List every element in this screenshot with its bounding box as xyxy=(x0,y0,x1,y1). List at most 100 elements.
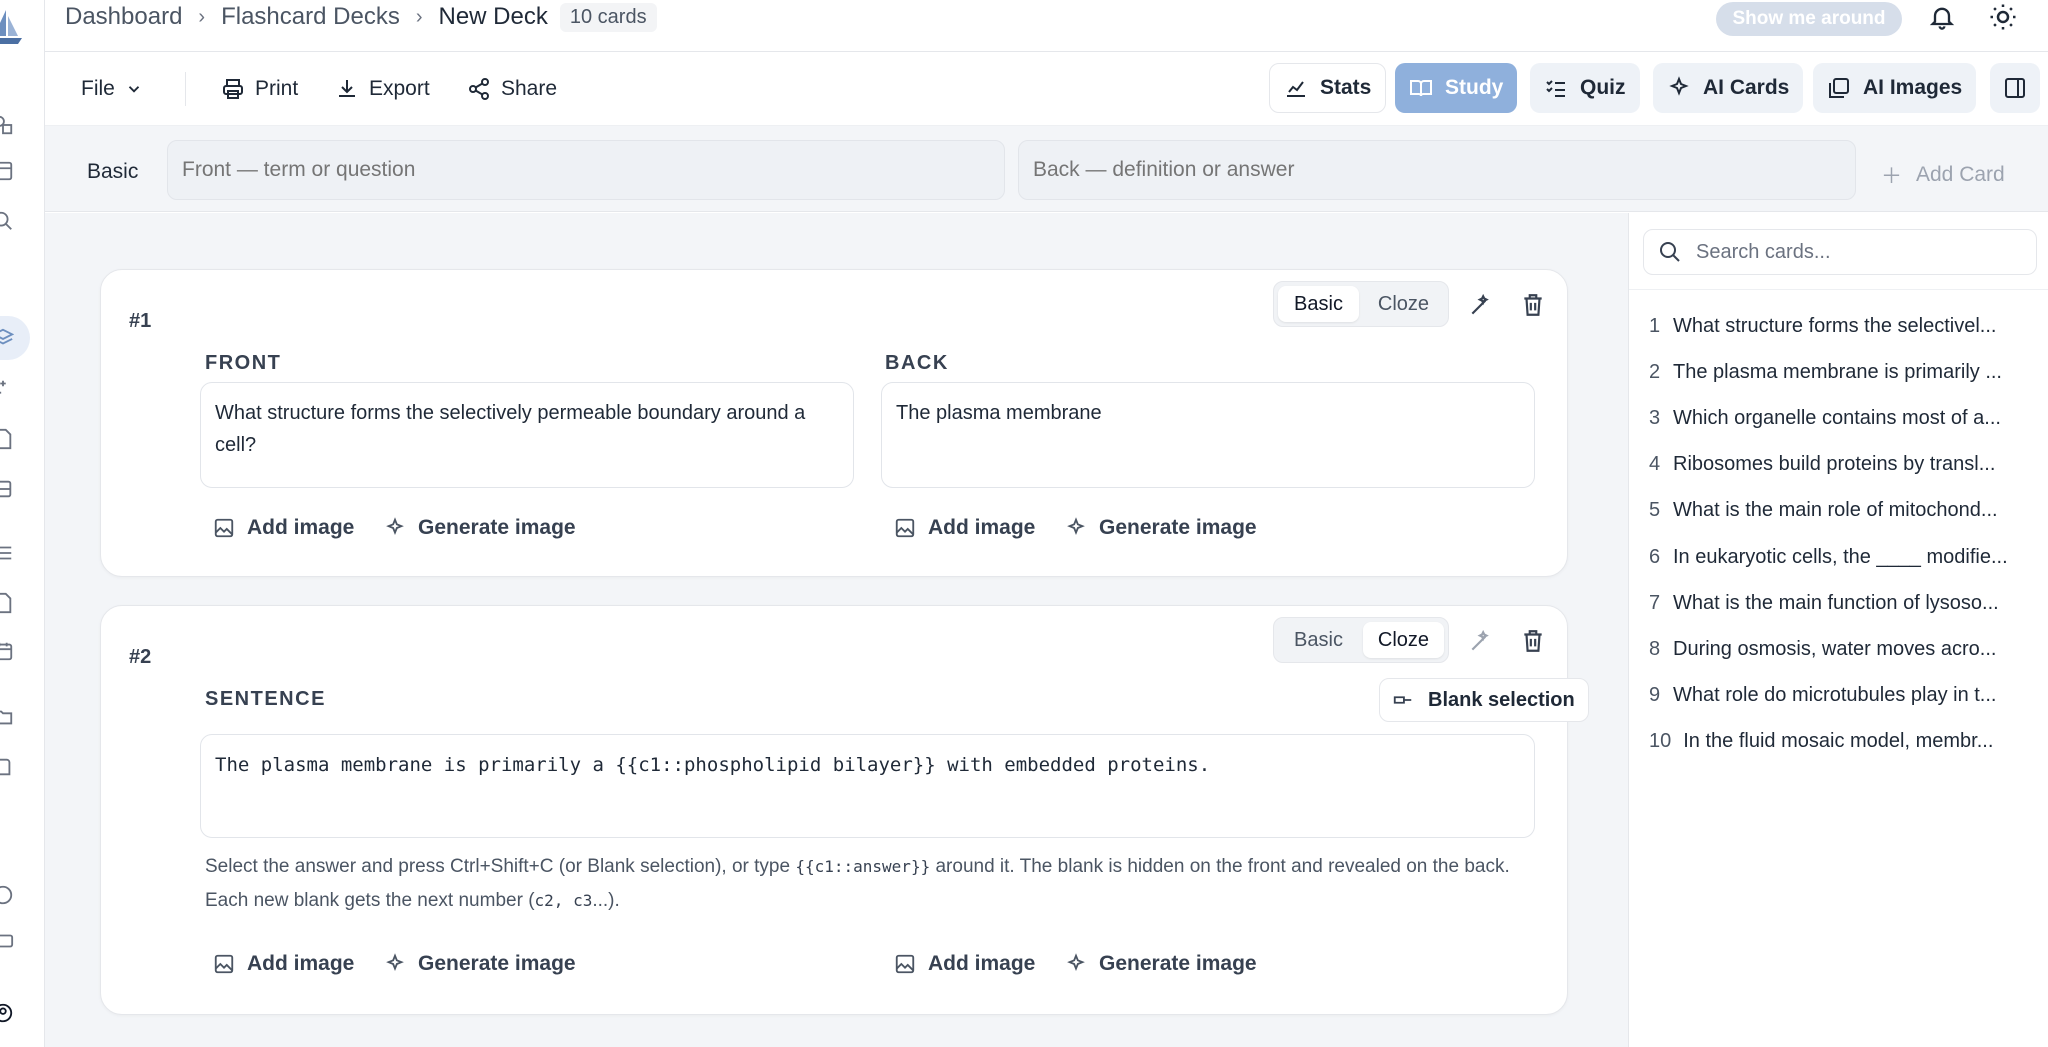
card-number: #2 xyxy=(129,646,152,668)
bell-icon[interactable] xyxy=(1928,2,1956,32)
user-icon[interactable] xyxy=(0,1000,16,1026)
card-index-item[interactable]: 9 What role do microtubules play in t... xyxy=(1649,673,2048,719)
add-card-row: Basic ＋ Add Card xyxy=(45,126,2048,212)
plus-icon: ＋ xyxy=(1881,165,1902,188)
blank-selection-label: Blank selection xyxy=(1428,688,1575,711)
card-index-item[interactable]: 3 Which organelle contains most of a... xyxy=(1649,395,2048,441)
export-button[interactable]: Export xyxy=(335,71,430,107)
sparkles-icon[interactable] xyxy=(0,376,16,402)
card-index-text: The plasma membrane is primarily ... xyxy=(1673,360,2002,383)
card-index-item[interactable]: 6 In eukaryotic cells, the ____ modifie..… xyxy=(1649,534,2048,580)
card-index-item[interactable]: 7 What is the main function of lysoso... xyxy=(1649,580,2048,626)
card-index-item[interactable]: 4 Ribosomes build proteins by transl... xyxy=(1649,442,2048,488)
study-button[interactable]: Study xyxy=(1395,63,1518,113)
shapes-icon[interactable] xyxy=(0,112,16,138)
card-index-item[interactable]: 2 The plasma membrane is primarily ... xyxy=(1649,349,2048,395)
toolbar: File Print Export Share Stats Study Quiz… xyxy=(45,52,2048,126)
card-index-number: 2 xyxy=(1649,360,1661,383)
quiz-label: Quiz xyxy=(1580,76,1626,99)
show-me-around-button[interactable]: Show me around xyxy=(1716,2,1902,36)
print-label: Print xyxy=(255,77,299,100)
card-index-item[interactable]: 5 What is the main role of mitochond... xyxy=(1649,488,2048,534)
search-icon xyxy=(1660,242,1680,262)
magic-wand-icon[interactable] xyxy=(1468,292,1494,318)
generate-image-label: Generate image xyxy=(418,516,576,539)
toggle-panel-button[interactable] xyxy=(1990,63,2040,113)
front-generate-image-button[interactable]: Generate image xyxy=(384,516,576,540)
left-sidebar xyxy=(0,0,45,1047)
card-index-number: 3 xyxy=(1649,406,1661,429)
download-icon xyxy=(339,80,355,97)
keyboard-icon[interactable] xyxy=(0,928,16,954)
back-field[interactable]: The plasma membrane xyxy=(881,382,1535,488)
file-label: File xyxy=(81,77,115,100)
stack-icon[interactable] xyxy=(0,476,16,502)
back-input[interactable] xyxy=(1018,140,1856,200)
list-icon[interactable] xyxy=(0,540,16,566)
magic-wand-icon[interactable] xyxy=(1468,628,1494,654)
file-menu-button[interactable]: File xyxy=(81,71,143,107)
ai-images-button[interactable]: AI Images xyxy=(1813,63,1977,113)
breadcrumb-flashcard-decks[interactable]: Flashcard Decks xyxy=(221,3,400,31)
mode-basic-button[interactable]: Basic xyxy=(1278,286,1359,322)
search-cards-input[interactable] xyxy=(1696,240,2016,264)
hint-code-2: c2, c3 xyxy=(534,891,593,910)
card-count-badge: 10 cards xyxy=(559,2,657,32)
layout-icon[interactable] xyxy=(0,158,16,184)
ai-cards-button[interactable]: AI Cards xyxy=(1653,63,1804,113)
card-index-text: What is the main role of mitochond... xyxy=(1673,499,1998,522)
document-icon[interactable] xyxy=(0,426,16,452)
search-icon[interactable] xyxy=(0,208,16,234)
generate-image-label: Generate image xyxy=(1099,952,1257,975)
quiz-button[interactable]: Quiz xyxy=(1530,63,1640,113)
image-plus-icon xyxy=(895,954,915,974)
front-generate-image-button[interactable]: Generate image xyxy=(384,952,576,976)
stats-label: Stats xyxy=(1320,76,1372,99)
front-add-image-button[interactable]: Add image xyxy=(213,952,354,976)
help-icon[interactable] xyxy=(0,882,16,908)
checklist-icon xyxy=(1546,80,1565,97)
card-index-list: 1 What structure forms the selectivel... 2… xyxy=(1649,303,2048,765)
trash-icon[interactable] xyxy=(1520,292,1546,318)
breadcrumb-dashboard[interactable]: Dashboard xyxy=(65,3,182,31)
folder-icon[interactable] xyxy=(0,704,16,730)
mode-basic-button[interactable]: Basic xyxy=(1278,622,1359,658)
share-button[interactable]: Share xyxy=(467,71,557,107)
sailboat-logo-icon[interactable] xyxy=(0,6,22,46)
mode-cloze-button[interactable]: Cloze xyxy=(1363,622,1444,658)
back-add-image-button[interactable]: Add image xyxy=(894,516,1035,540)
stats-button[interactable]: Stats xyxy=(1269,63,1387,113)
book-icon[interactable] xyxy=(0,754,16,780)
file-icon[interactable] xyxy=(0,590,16,616)
front-field[interactable]: What structure forms the selectively per… xyxy=(200,382,854,488)
back-add-image-button[interactable]: Add image xyxy=(894,952,1035,976)
chevron-right-icon: › xyxy=(415,5,423,28)
generate-image-label: Generate image xyxy=(1099,516,1257,539)
trash-icon[interactable] xyxy=(1520,628,1546,654)
front-add-image-button[interactable]: Add image xyxy=(213,516,354,540)
layers-icon[interactable] xyxy=(0,325,16,351)
card-type-label[interactable]: Basic xyxy=(87,160,138,184)
card-index-item[interactable]: 10 In the fluid mosaic model, membr... xyxy=(1649,719,2048,765)
sentence-field[interactable]: The plasma membrane is primarily a {{c1:… xyxy=(200,734,1535,838)
card-index-text: During osmosis, water moves acro... xyxy=(1673,637,1997,660)
back-generate-image-button[interactable]: Generate image xyxy=(1065,516,1257,540)
add-card-button[interactable]: ＋ Add Card xyxy=(1881,160,2005,190)
card-index-item[interactable]: 8 During osmosis, water moves acro... xyxy=(1649,626,2048,672)
card-index-item[interactable]: 1 What structure forms the selectivel... xyxy=(1649,303,2048,349)
sun-icon[interactable] xyxy=(1988,2,2018,32)
print-button[interactable]: Print xyxy=(221,71,298,107)
image-plus-icon xyxy=(895,518,915,538)
blank-selection-button[interactable]: Blank selection xyxy=(1379,678,1589,722)
card-index-text: Which organelle contains most of a... xyxy=(1673,406,2001,429)
toolbar-divider xyxy=(185,72,186,106)
mode-cloze-button[interactable]: Cloze xyxy=(1363,286,1444,322)
back-generate-image-button[interactable]: Generate image xyxy=(1065,952,1257,976)
generate-image-label: Generate image xyxy=(418,952,576,975)
calendar-icon[interactable] xyxy=(0,638,16,664)
card-list-area: #1 Basic Cloze FRONT BACK What structure… xyxy=(45,213,1628,1047)
front-input[interactable] xyxy=(167,140,1005,200)
eraser-icon xyxy=(1393,696,1412,704)
panel-right-icon xyxy=(2005,78,2025,98)
ai-images-label: AI Images xyxy=(1863,76,1963,99)
